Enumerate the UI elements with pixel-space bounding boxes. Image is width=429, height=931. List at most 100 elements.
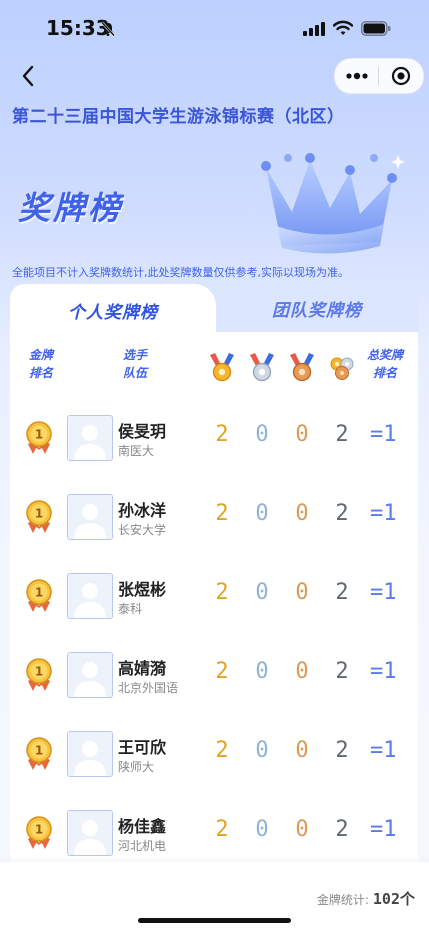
target-close-icon xyxy=(391,66,410,86)
gold-count: 2 xyxy=(215,738,229,763)
more-dots-icon xyxy=(345,72,368,80)
rank-number: 1 xyxy=(35,823,43,837)
bronze-medal-icon xyxy=(290,353,314,382)
bronze-count: 0 xyxy=(295,580,309,605)
gold-rank-badge: 1 xyxy=(24,578,54,614)
header-total-rank-label: 总奖牌 排名 xyxy=(366,348,403,380)
athlete-team: 北京外国语 xyxy=(118,681,179,695)
event-title: 第二十三届中国大学生游泳锦标赛（北区） xyxy=(12,107,345,127)
gold-count: 2 xyxy=(215,659,229,684)
bronze-count: 0 xyxy=(295,659,309,684)
tab-individual-medals[interactable]: 个人奖牌榜 xyxy=(10,284,216,336)
gold-rank-badge: 1 xyxy=(24,736,54,772)
header-athlete-label: 选手 队伍 xyxy=(122,348,147,380)
chevron-left-icon xyxy=(22,65,34,87)
avatar-placeholder-icon xyxy=(68,416,112,460)
gold-medal-rank-1-icon: 1 xyxy=(26,421,52,454)
rank-number: 1 xyxy=(35,586,43,600)
rank-number: 1 xyxy=(35,507,43,521)
mini-program-capsule xyxy=(334,58,424,94)
total-count: 2 xyxy=(335,422,349,447)
athlete-name: 杨佳鑫 xyxy=(118,817,167,836)
table-row[interactable]: 1 侯旻玥 南医大 2 0 0 2 =1 xyxy=(10,400,418,478)
avatar-placeholder-icon xyxy=(68,574,112,618)
athlete-team: 陕师大 xyxy=(118,760,155,774)
total-rank: =1 xyxy=(370,738,397,763)
tab-label: 个人奖牌榜 xyxy=(68,302,158,323)
header-gold-rank: 金牌 排名 xyxy=(24,346,58,382)
silver-count: 0 xyxy=(255,738,269,763)
total-rank: =1 xyxy=(370,580,397,605)
total-rank: =1 xyxy=(370,817,397,842)
silver-medal-icon xyxy=(250,353,274,382)
athlete-name: 张煜彬 xyxy=(118,580,167,599)
table-row[interactable]: 1 张煜彬 泰科 2 0 0 2 =1 xyxy=(10,558,418,636)
athlete-team: 南医大 xyxy=(118,444,155,458)
status-bar: 15:33 xyxy=(0,0,429,56)
silver-count: 0 xyxy=(255,817,269,842)
rank-number: 1 xyxy=(35,428,43,442)
total-medals-icon xyxy=(330,357,354,380)
header-total-rank: 总奖牌 排名 xyxy=(362,346,408,382)
gold-medal-rank-1-icon: 1 xyxy=(26,816,52,849)
gold-rank-badge: 1 xyxy=(24,499,54,535)
avatar xyxy=(67,731,113,777)
gold-count: 2 xyxy=(215,817,229,842)
gold-medal-rank-1-icon: 1 xyxy=(26,579,52,612)
bronze-count: 0 xyxy=(295,501,309,526)
close-button[interactable] xyxy=(379,59,422,93)
notice-text: 全能项目不计入奖牌数统计,此处奖牌数量仅供参考,实际以现场为准。 xyxy=(12,266,349,279)
athlete-team: 泰科 xyxy=(118,602,143,616)
avatar-placeholder-icon xyxy=(68,495,112,539)
gold-stat-label: 金牌统计: xyxy=(316,893,369,907)
avatar-placeholder-icon xyxy=(68,653,112,697)
gold-rank-badge: 1 xyxy=(24,657,54,693)
gold-stat-value: 102个 xyxy=(372,890,415,908)
crown-icon xyxy=(261,153,405,254)
rank-number: 1 xyxy=(35,665,43,679)
avatar-placeholder-icon xyxy=(68,811,112,855)
silver-count: 0 xyxy=(255,580,269,605)
gold-medal-rank-1-icon: 1 xyxy=(26,658,52,691)
silver-count: 0 xyxy=(255,501,269,526)
banner-title: 奖牌榜 xyxy=(18,189,124,227)
signal-icon xyxy=(303,22,325,36)
avatar-placeholder-icon xyxy=(68,732,112,776)
athlete-name: 孙冰洋 xyxy=(118,501,167,520)
more-button[interactable] xyxy=(335,59,378,93)
athlete-name: 侯旻玥 xyxy=(118,422,167,441)
gold-count: 2 xyxy=(215,580,229,605)
gold-rank-badge: 1 xyxy=(24,420,54,456)
table-row[interactable]: 1 高婧漪 北京外国语 2 0 0 2 =1 xyxy=(10,637,418,715)
header-gold-rank-label: 金牌 排名 xyxy=(28,348,53,380)
silver-count: 0 xyxy=(255,422,269,447)
battery-icon xyxy=(361,21,391,36)
wifi-icon xyxy=(333,20,353,35)
gold-stat: 金牌统计: 102个 xyxy=(317,888,415,909)
athlete-team: 河北机电 xyxy=(118,839,167,853)
table-row[interactable]: 1 孙冰洋 长安大学 2 0 0 2 =1 xyxy=(10,479,418,557)
gold-count: 2 xyxy=(215,501,229,526)
silver-count: 0 xyxy=(255,659,269,684)
back-button[interactable] xyxy=(14,62,42,90)
mute-icon xyxy=(101,21,115,37)
tab-label: 团队奖牌榜 xyxy=(272,300,362,321)
bronze-count: 0 xyxy=(295,817,309,842)
table-row[interactable]: 1 王可欣 陕师大 2 0 0 2 =1 xyxy=(10,716,418,794)
avatar xyxy=(67,494,113,540)
bronze-count: 0 xyxy=(295,422,309,447)
athlete-team: 长安大学 xyxy=(118,523,167,537)
gold-medal-icon xyxy=(210,353,234,382)
athlete-name: 高婧漪 xyxy=(118,659,167,678)
gold-medal-rank-1-icon: 1 xyxy=(26,737,52,770)
gold-rank-badge: 1 xyxy=(24,815,54,851)
gold-medal-rank-1-icon: 1 xyxy=(26,500,52,533)
total-rank: =1 xyxy=(370,501,397,526)
home-indicator xyxy=(138,918,291,923)
total-rank: =1 xyxy=(370,659,397,684)
rank-number: 1 xyxy=(35,744,43,758)
header-athlete: 选手 队伍 xyxy=(115,346,155,382)
gold-count: 2 xyxy=(215,422,229,447)
athlete-name: 王可欣 xyxy=(118,738,167,757)
tab-team-medals[interactable]: 团队奖牌榜 xyxy=(216,284,418,332)
